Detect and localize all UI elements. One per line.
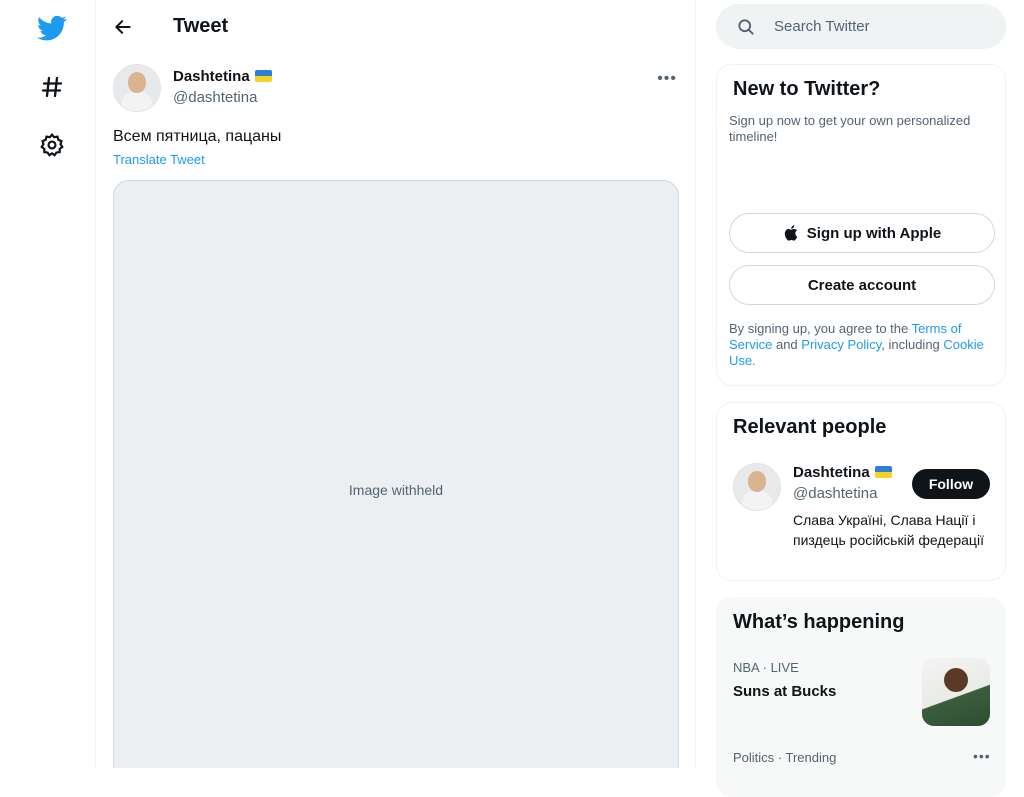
page-header: Tweet [96,0,695,53]
search-input[interactable] [772,17,976,36]
legal-and: and [772,337,802,352]
privacy-link[interactable]: Privacy Policy [801,337,881,352]
signup-subtitle: Sign up now to get your own personalized… [729,113,971,144]
relevant-name[interactable]: Dashtetina [793,464,870,481]
relevant-people-card: Relevant people Dashtetina @dashtetina F… [716,402,1006,581]
signup-card: New to Twitter? Sign up now to get your … [716,64,1006,386]
trend-title: Suns at Bucks [733,683,837,700]
back-arrow-icon [115,19,131,34]
avatar[interactable] [113,64,161,112]
trend-item[interactable]: Politics · Trending ••• [717,742,1005,782]
relevant-title: Relevant people [733,416,887,438]
signup-title: New to Twitter? [733,78,881,100]
media-placeholder-note: Image withheld [348,482,444,498]
hashtag-icon[interactable] [36,71,68,103]
trend-meta: NBA · LIVE [733,660,799,675]
trend-thumbnail [922,658,990,726]
whats-happening-card: What’s happening NBA · LIVE Suns at Buck… [716,597,1006,797]
apple-signup-label: Sign up with Apple [806,224,942,242]
apple-icon [784,225,798,241]
settings-icon[interactable] [36,129,68,161]
tweet-media[interactable]: Image withheld [113,180,679,768]
more-icon[interactable]: ••• [973,748,991,764]
left-nav [0,0,96,768]
back-button[interactable] [103,7,143,47]
search-icon [738,18,754,35]
legal-prefix: By signing up, you agree to the [729,321,912,336]
legal-text: By signing up, you agree to the Terms of… [729,321,995,369]
trend-item[interactable]: NBA · LIVE Suns at Bucks [717,652,1005,732]
relevant-handle[interactable]: @dashtetina [793,485,892,502]
author-name[interactable]: Dashtetina [173,68,250,85]
ukraine-flag-icon [254,70,272,82]
tweet-text: Всем пятница, пацаны [113,128,282,145]
relevant-person[interactable]: Dashtetina @dashtetina [793,464,892,502]
author-handle[interactable]: @dashtetina [173,89,272,106]
apple-signup-button[interactable]: Sign up with Apple [729,213,995,253]
create-account-label: Create account [807,276,917,294]
relevant-bio: Слава Україні, Слава Нації і пиздець рос… [793,512,984,548]
translate-link[interactable]: Translate Tweet [113,152,205,167]
search-box[interactable] [716,4,1006,49]
twitter-logo-icon[interactable] [36,12,68,44]
avatar[interactable] [733,463,781,511]
trend-meta: Politics · Trending [733,750,837,765]
create-account-button[interactable]: Create account [729,265,995,305]
page-title: Tweet [173,15,229,37]
legal-including: , including [881,337,944,352]
happening-title: What’s happening [733,611,905,633]
tweet-author: Dashtetina @dashtetina [113,64,272,112]
main-column: Tweet Dashtetina @dashtetina ••• Всем пя… [96,0,696,768]
ukraine-flag-icon [874,466,892,478]
follow-button[interactable]: Follow [912,469,990,499]
more-icon[interactable]: ••• [657,70,677,88]
